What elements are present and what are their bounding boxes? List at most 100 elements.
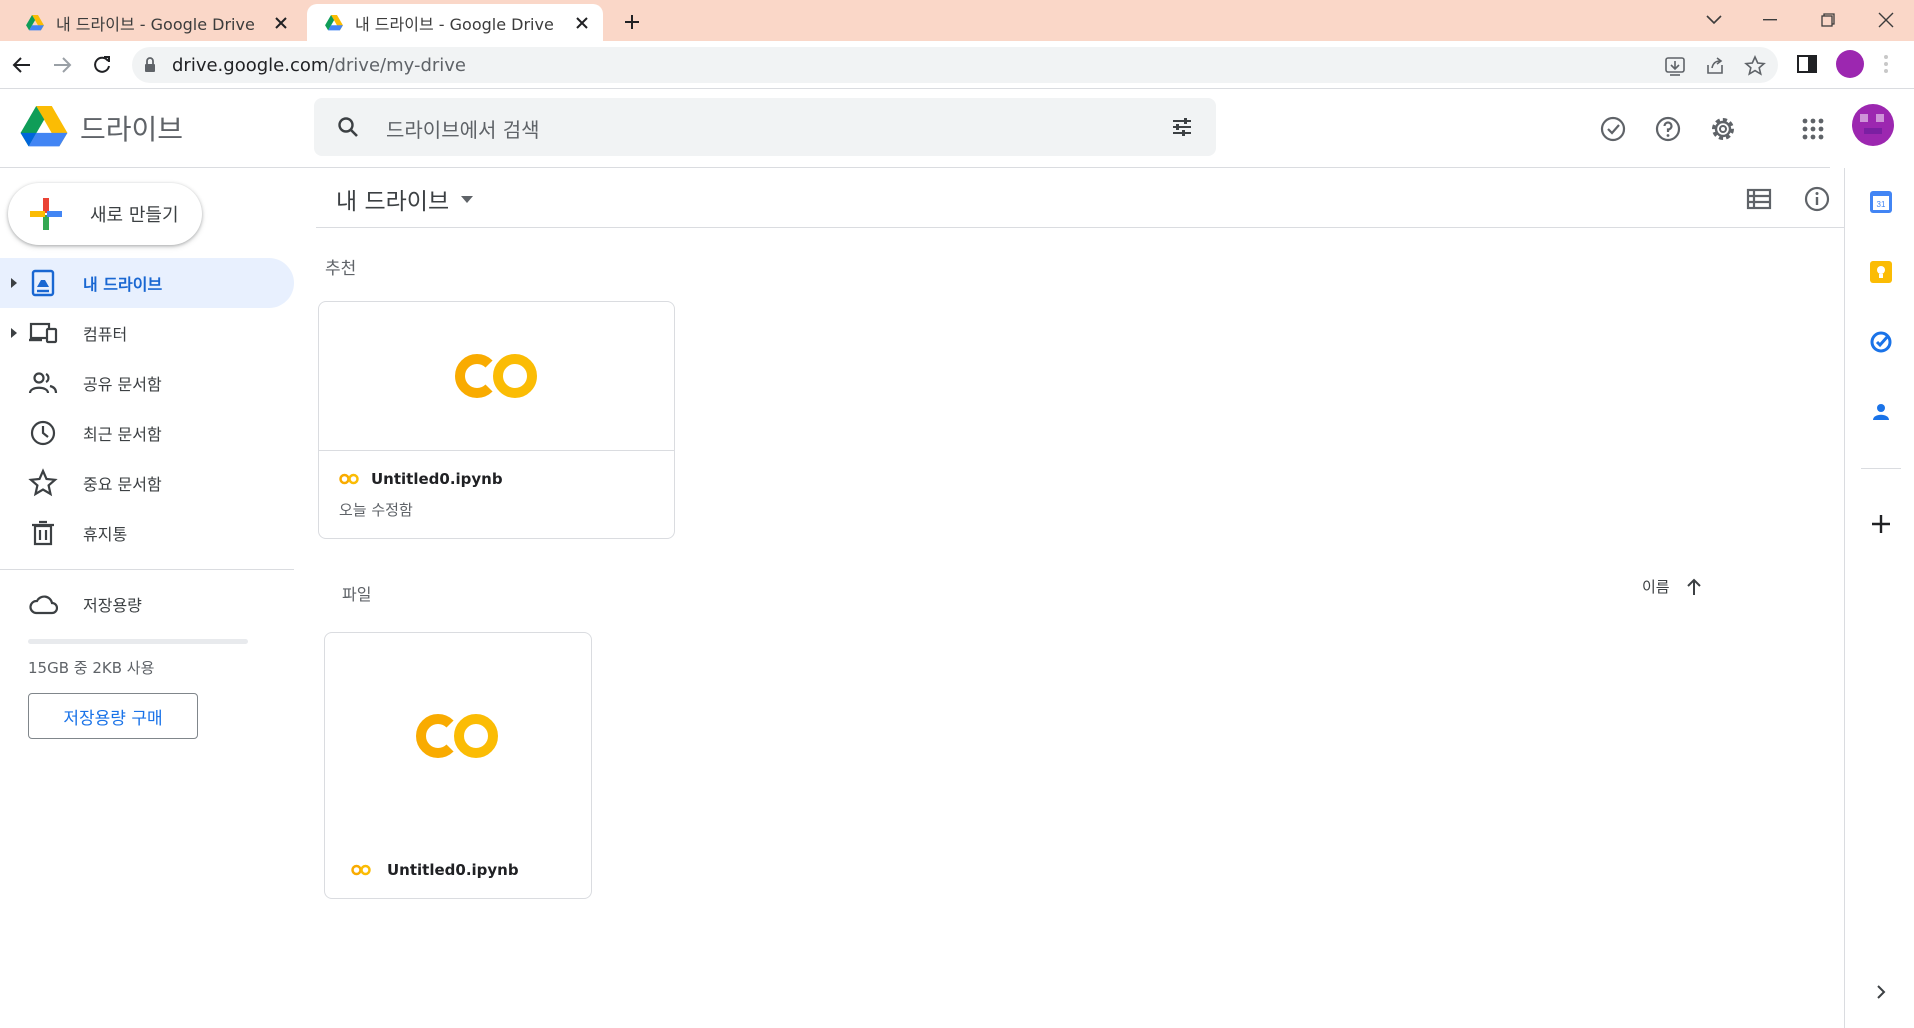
settings-gear-icon[interactable]: [1708, 114, 1738, 144]
sidebar-item-label: 최근 문서함: [83, 425, 162, 444]
profile-avatar[interactable]: [1836, 50, 1864, 78]
browser-tab-bar: 내 드라이브 - Google Drive 내 드라이브 - Google Dr…: [0, 0, 1914, 41]
file-card[interactable]: Untitled0.ipynb: [324, 632, 592, 899]
sort-by-name-button[interactable]: 이름: [1642, 576, 1702, 597]
google-drive-favicon-icon: [325, 14, 343, 30]
colab-file-icon: [351, 864, 371, 876]
google-keep-icon[interactable]: [1869, 260, 1893, 284]
account-avatar[interactable]: [1852, 104, 1894, 146]
computers-icon: [29, 322, 58, 344]
sidebar-item-my-drive[interactable]: 내 드라이브: [0, 258, 294, 308]
sidebar-item-shared[interactable]: 공유 문서함: [0, 358, 294, 408]
google-contacts-icon[interactable]: [1869, 400, 1893, 424]
google-tasks-icon[interactable]: [1869, 330, 1893, 354]
minimize-icon: [1763, 19, 1777, 21]
chevron-right-icon[interactable]: [1873, 984, 1889, 1000]
reload-icon: [94, 56, 110, 73]
plus-multicolor-icon: [30, 198, 62, 230]
my-drive-icon: [31, 269, 55, 297]
forward-button[interactable]: [48, 51, 76, 79]
search-options-icon[interactable]: [1170, 115, 1194, 139]
apps-grid-icon[interactable]: [1798, 114, 1828, 144]
install-app-icon[interactable]: [1664, 55, 1686, 77]
bookmark-star-icon[interactable]: [1744, 55, 1766, 77]
drive-header: 드라이브 드라이브에서 검색: [0, 90, 1894, 168]
drive-brand[interactable]: 드라이브: [80, 108, 183, 148]
close-window-button[interactable]: [1866, 6, 1906, 34]
sidebar-item-storage[interactable]: 저장용량: [0, 587, 294, 621]
arrow-up-icon: [1686, 578, 1701, 595]
close-tab-icon[interactable]: [573, 14, 591, 32]
page-title: 내 드라이브: [336, 189, 450, 215]
sidebar-item-starred[interactable]: 중요 문서함: [0, 458, 294, 508]
my-drive-title-dropdown[interactable]: 내 드라이브: [336, 182, 474, 216]
google-calendar-icon[interactable]: 31: [1869, 190, 1893, 214]
cloud-icon: [29, 595, 58, 615]
list-view-icon[interactable]: [1744, 184, 1774, 214]
search-icon[interactable]: [336, 115, 360, 139]
tab-title: 내 드라이브 - Google Drive: [56, 14, 255, 34]
storage-usage-bar: [28, 639, 248, 644]
sidebar-nav: 내 드라이브 컴퓨터 공유 문서함 최근 문서함 중요 문서함 휴지통: [0, 258, 294, 558]
tab-search-button[interactable]: [1694, 6, 1734, 34]
svg-text:31: 31: [1877, 200, 1886, 209]
offline-ready-icon[interactable]: [1598, 114, 1628, 144]
storage-label: 저장용량: [83, 596, 142, 615]
colab-file-icon: [339, 473, 359, 485]
files-section-label: 파일: [342, 585, 372, 604]
search-input[interactable]: 드라이브에서 검색: [386, 114, 540, 143]
chevron-down-icon: [1706, 15, 1722, 25]
more-vert-icon[interactable]: [1882, 52, 1890, 76]
sidebar-item-trash[interactable]: 휴지통: [0, 508, 294, 558]
new-button[interactable]: 새로 만들기: [8, 183, 202, 245]
add-addon-icon[interactable]: [1869, 512, 1893, 536]
close-icon: [1878, 12, 1894, 28]
suggested-section-label: 추천: [325, 259, 357, 279]
main-title-row: 내 드라이브: [316, 170, 1844, 228]
side-panel-icon[interactable]: [1795, 52, 1819, 76]
info-icon[interactable]: [1802, 184, 1832, 214]
help-icon[interactable]: [1653, 114, 1683, 144]
browser-tab[interactable]: 내 드라이브 - Google Drive: [8, 4, 302, 41]
browser-toolbar: drive.google.com/drive/my-drive: [0, 41, 1914, 89]
colab-logo-icon: [454, 354, 537, 398]
address-bar[interactable]: drive.google.com/drive/my-drive: [132, 47, 1778, 83]
back-button[interactable]: [8, 51, 36, 79]
sidebar-divider: [0, 569, 294, 570]
lock-icon[interactable]: [144, 57, 156, 73]
new-tab-button[interactable]: [618, 8, 646, 36]
arrow-left-icon: [12, 57, 30, 73]
close-tab-icon[interactable]: [272, 14, 290, 32]
minimize-button[interactable]: [1750, 6, 1790, 34]
card-separator: [319, 450, 674, 451]
file-name: Untitled0.ipynb: [387, 861, 519, 879]
file-name-row: Untitled0.ipynb: [339, 470, 503, 488]
sidebar-item-label: 공유 문서함: [83, 375, 162, 394]
side-panel: 31: [1844, 168, 1914, 1028]
file-name-row: Untitled0.ipynb: [351, 861, 519, 879]
file-thumbnail: [325, 633, 591, 839]
caret-right-icon[interactable]: [9, 327, 19, 339]
restore-icon: [1821, 13, 1835, 27]
sidebar-item-computers[interactable]: 컴퓨터: [0, 308, 294, 358]
buy-storage-button[interactable]: 저장용량 구매: [28, 693, 198, 739]
arrow-right-icon: [54, 57, 72, 73]
reload-button[interactable]: [88, 51, 116, 79]
restore-button[interactable]: [1808, 6, 1848, 34]
star-icon: [28, 468, 58, 497]
sidebar-item-label: 휴지통: [83, 525, 128, 544]
google-drive-favicon-icon: [26, 14, 44, 30]
side-panel-divider: [1861, 468, 1901, 469]
share-icon[interactable]: [1704, 55, 1726, 77]
trash-icon: [32, 520, 54, 546]
sidebar-item-recent[interactable]: 최근 문서함: [0, 408, 294, 458]
search-bar[interactable]: 드라이브에서 검색: [314, 98, 1216, 156]
google-drive-logo-icon[interactable]: [20, 106, 68, 148]
sort-label: 이름: [1642, 578, 1670, 596]
new-button-label: 새로 만들기: [90, 205, 179, 226]
sidebar-item-label: 내 드라이브: [83, 275, 163, 294]
browser-tab-active[interactable]: 내 드라이브 - Google Drive: [307, 4, 603, 41]
caret-right-icon[interactable]: [9, 277, 19, 289]
file-thumbnail: [319, 302, 674, 450]
suggested-file-card[interactable]: Untitled0.ipynb 오늘 수정함: [318, 301, 675, 539]
